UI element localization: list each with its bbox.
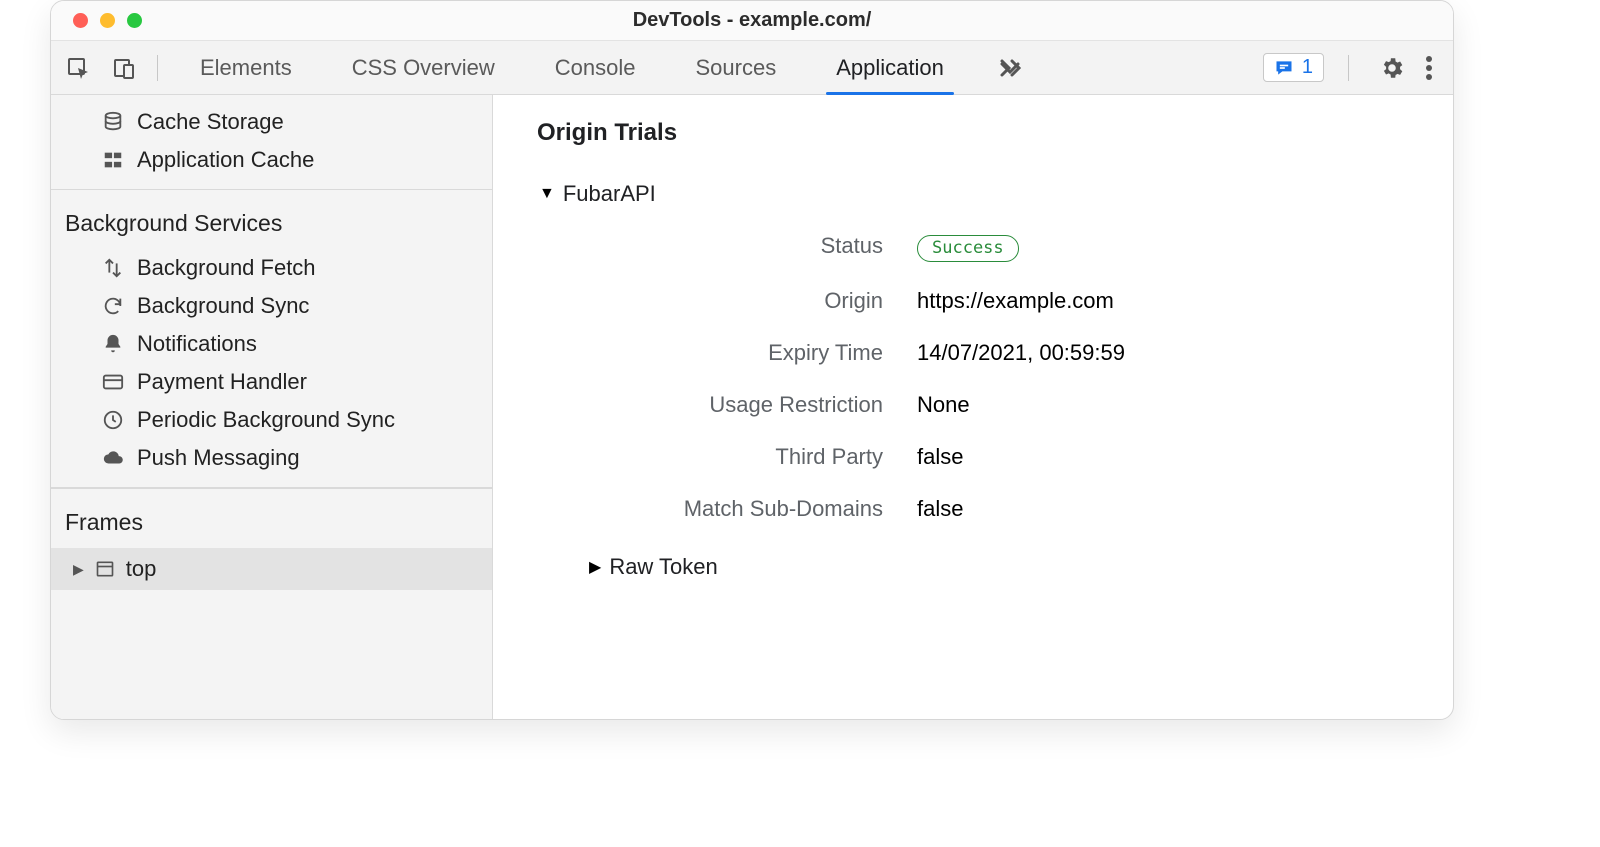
sidebar-item-background-fetch[interactable]: Background Fetch — [51, 249, 492, 287]
divider — [157, 55, 158, 81]
cloud-icon — [101, 446, 125, 470]
field-label-thirdparty: Third Party — [573, 444, 883, 470]
bell-icon — [101, 332, 125, 356]
triangle-right-icon: ▶ — [73, 561, 84, 578]
field-value-origin: https://example.com — [917, 288, 1413, 314]
field-label-status: Status — [573, 233, 883, 262]
divider — [1348, 55, 1349, 81]
tab-console[interactable]: Console — [541, 41, 650, 94]
traffic-lights — [51, 13, 142, 28]
field-label-subdomains: Match Sub-Domains — [573, 496, 883, 522]
application-sidebar: Cache Storage Application Cache Backgrou… — [51, 95, 493, 719]
gear-icon — [1379, 55, 1405, 81]
frame-top[interactable]: ▶ top — [51, 548, 492, 590]
sidebar-item-notifications[interactable]: Notifications — [51, 325, 492, 363]
tab-css-overview[interactable]: CSS Overview — [338, 41, 509, 94]
card-icon — [101, 370, 125, 394]
database-icon — [101, 110, 125, 134]
trial-details: Status Success Origin https://example.co… — [533, 233, 1413, 522]
window-icon — [94, 558, 116, 580]
trial-name: FubarAPI — [563, 181, 656, 207]
sidebar-item-periodic-sync[interactable]: Periodic Background Sync — [51, 401, 492, 439]
sidebar-item-label: Periodic Background Sync — [137, 407, 395, 433]
sidebar-item-payment-handler[interactable]: Payment Handler — [51, 363, 492, 401]
appcache-icon — [101, 148, 125, 172]
maximize-window-button[interactable] — [127, 13, 142, 28]
field-label-origin: Origin — [573, 288, 883, 314]
field-label-usage: Usage Restriction — [573, 392, 883, 418]
sidebar-item-application-cache[interactable]: Application Cache — [51, 141, 492, 179]
raw-token-label: Raw Token — [609, 554, 717, 580]
field-label-expiry: Expiry Time — [573, 340, 883, 366]
section-heading: Origin Trials — [533, 119, 1413, 147]
message-icon — [1274, 58, 1294, 78]
sidebar-group-frames: Frames ▶ top — [51, 488, 492, 600]
sidebar-item-background-sync[interactable]: Background Sync — [51, 287, 492, 325]
sidebar-item-label: Notifications — [137, 331, 257, 357]
triangle-down-icon: ▼ — [539, 185, 555, 203]
tab-sources[interactable]: Sources — [681, 41, 790, 94]
trial-row[interactable]: ▼ FubarAPI — [533, 181, 1413, 207]
titlebar: DevTools - example.com/ — [51, 1, 1453, 41]
frame-label: top — [126, 556, 157, 582]
issues-button[interactable]: 1 — [1263, 53, 1324, 82]
more-options-button[interactable] — [1425, 55, 1433, 81]
sidebar-group-title: Background Services — [51, 198, 492, 249]
field-value-thirdparty: false — [917, 444, 1413, 470]
inspect-element-button[interactable] — [61, 51, 95, 85]
triangle-right-icon: ▶ — [589, 557, 601, 577]
sidebar-item-label: Payment Handler — [137, 369, 307, 395]
sidebar-group-cache: Cache Storage Application Cache — [51, 95, 492, 190]
sidebar-item-label: Background Fetch — [137, 255, 316, 281]
window-title: DevTools - example.com/ — [51, 9, 1453, 32]
devtools-window: DevTools - example.com/ Elements CSS Ove… — [50, 0, 1454, 720]
sidebar-item-label: Cache Storage — [137, 109, 284, 135]
main-panel: Origin Trials ▼ FubarAPI Status Success … — [493, 95, 1453, 719]
sidebar-item-label: Background Sync — [137, 293, 309, 319]
sidebar-group-background-services: Background Services Background Fetch Bac… — [51, 190, 492, 488]
sidebar-item-push-messaging[interactable]: Push Messaging — [51, 439, 492, 477]
sidebar-group-title: Frames — [51, 497, 492, 548]
raw-token-row[interactable]: ▶ Raw Token — [533, 554, 1413, 580]
more-tabs-button[interactable] — [990, 41, 1034, 94]
issues-count: 1 — [1302, 56, 1313, 79]
minimize-window-button[interactable] — [100, 13, 115, 28]
sidebar-item-label: Push Messaging — [137, 445, 300, 471]
transfer-icon — [101, 256, 125, 280]
tabbar: Elements CSS Overview Console Sources Ap… — [51, 41, 1453, 95]
sidebar-item-cache-storage[interactable]: Cache Storage — [51, 103, 492, 141]
tab-elements[interactable]: Elements — [186, 41, 306, 94]
field-value-usage: None — [917, 392, 1413, 418]
clock-icon — [101, 408, 125, 432]
field-value-expiry: 14/07/2021, 00:59:59 — [917, 340, 1413, 366]
field-value-subdomains: false — [917, 496, 1413, 522]
settings-button[interactable] — [1379, 55, 1405, 81]
sidebar-item-label: Application Cache — [137, 147, 314, 173]
sync-icon — [101, 294, 125, 318]
close-window-button[interactable] — [73, 13, 88, 28]
field-value-status: Success — [917, 233, 1413, 262]
tab-application[interactable]: Application — [822, 41, 958, 94]
status-badge: Success — [917, 235, 1019, 262]
kebab-icon — [1425, 55, 1433, 81]
device-toolbar-button[interactable] — [107, 51, 141, 85]
